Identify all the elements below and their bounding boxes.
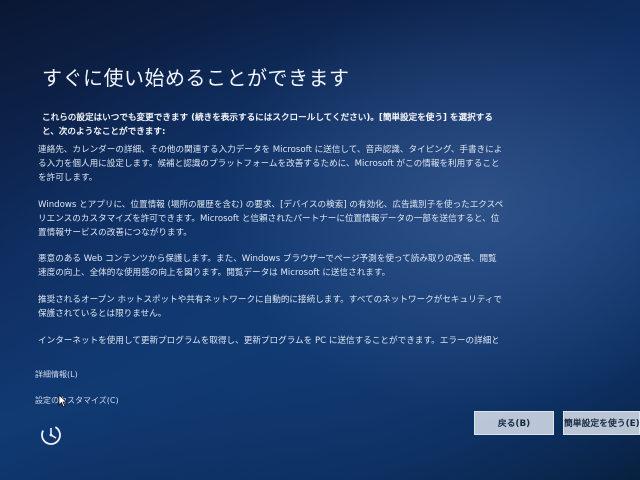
page-title: すぐに使い始めることができます (42, 66, 350, 90)
paragraph-hotspots: 推奨されるオープン ホットスポットや共有ネットワークに自動的に接続します。すべて… (38, 295, 502, 319)
paragraph-web-protection: 悪意のある Web コンテンツから保護します。また、Windows ブラウザーで… (38, 254, 497, 278)
customize-settings-link[interactable]: 設定のカスタマイズ(C) (35, 395, 119, 406)
back-button[interactable]: 戻る(B) (474, 411, 554, 435)
mouse-cursor-icon (58, 394, 68, 408)
paragraph-updates: インターネットを使用して更新プログラムを取得し、更新プログラムを PC に送信す… (38, 336, 498, 346)
intro-text: これらの設定はいつでも変更できます (続きを表示するにはスクロールしてください)… (42, 113, 493, 137)
learn-more-link[interactable]: 詳細情報(L) (35, 369, 78, 380)
paragraph-input-personalization: 連絡先、カレンダーの詳細、その他の関連する入力データを Microsoft に送… (38, 145, 503, 183)
paragraph-location: Windows とアプリに、位置情報 (場所の履歴を含む) の要求、[デバイスの… (38, 200, 504, 238)
use-express-settings-button[interactable]: 簡単設定を使う(E) (563, 411, 640, 435)
ease-of-access-icon[interactable] (38, 421, 64, 447)
